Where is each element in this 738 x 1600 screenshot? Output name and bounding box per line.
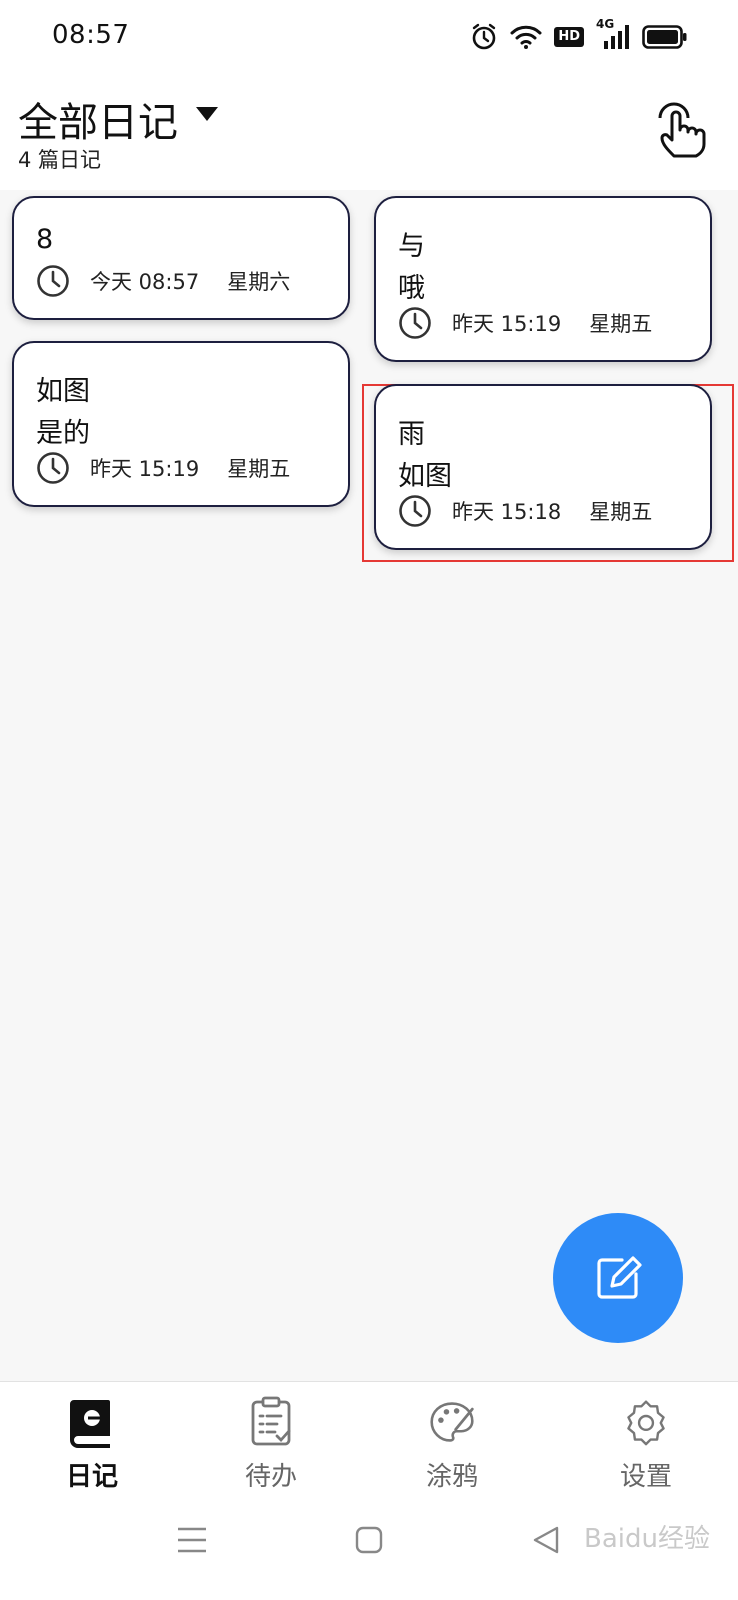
tab-label: 涂鸦 xyxy=(425,1462,478,1492)
tab-label: 日记 xyxy=(65,1462,118,1492)
card-weekday: 星期五 xyxy=(227,457,291,481)
wifi-icon xyxy=(510,24,542,50)
hd-icon: HD xyxy=(554,27,584,47)
watermark-logo: Baidu经验 xyxy=(584,1524,710,1554)
new-diary-button[interactable] xyxy=(553,1213,683,1343)
diary-card[interactable]: 8 今天 08:57 星期六 xyxy=(12,196,350,320)
card-weekday: 星期五 xyxy=(589,312,653,336)
clock-icon xyxy=(37,452,69,484)
clock-icon xyxy=(399,495,431,527)
card-weekday: 星期六 xyxy=(227,270,291,294)
card-body: 是的 xyxy=(36,418,90,449)
gear-icon xyxy=(627,1400,665,1446)
page-title[interactable]: 全部日记 xyxy=(18,90,178,148)
card-body: 哦 xyxy=(398,273,425,304)
tab-settings[interactable]: 设置 xyxy=(586,1396,706,1496)
card-title: 与 xyxy=(398,231,425,262)
card-date: 昨天 15:19 xyxy=(452,312,562,336)
alarm-icon xyxy=(470,23,498,51)
edit-icon xyxy=(597,1256,642,1299)
touch-hand-icon[interactable] xyxy=(656,96,708,160)
diary-count: 4 篇日记 xyxy=(18,148,102,172)
card-date: 昨天 15:18 xyxy=(452,500,562,524)
app-header: 全部日记 4 篇日记 xyxy=(0,72,738,190)
diary-card[interactable]: 雨 如图 昨天 15:18 星期五 xyxy=(374,384,712,550)
tab-label: 待办 xyxy=(244,1462,297,1492)
tab-diary[interactable]: 日记 xyxy=(32,1396,152,1496)
card-date: 今天 08:57 xyxy=(90,270,200,294)
card-date: 昨天 15:19 xyxy=(90,457,200,481)
back-icon[interactable] xyxy=(516,1510,576,1570)
card-meta: 昨天 15:19 星期五 xyxy=(398,306,652,340)
diary-card[interactable]: 如图 是的 昨天 15:19 星期五 xyxy=(12,341,350,507)
status-bar: 08:57 HD 4G xyxy=(0,0,738,72)
tab-todo[interactable]: 待办 xyxy=(211,1396,331,1496)
card-title: 8 xyxy=(36,224,54,255)
clipboard-check-icon xyxy=(251,1396,291,1446)
palette-icon xyxy=(430,1402,474,1442)
clock-icon xyxy=(37,265,69,297)
card-meta: 昨天 15:19 星期五 xyxy=(36,451,290,485)
clock-icon xyxy=(399,307,431,339)
home-icon[interactable] xyxy=(339,1510,399,1570)
status-time: 08:57 xyxy=(52,20,130,50)
card-body: 如图 xyxy=(398,461,452,492)
card-title: 如图 xyxy=(36,376,90,407)
card-meta: 今天 08:57 星期六 xyxy=(36,264,290,298)
tab-doodle[interactable]: 涂鸦 xyxy=(392,1396,512,1496)
caret-down-icon[interactable] xyxy=(196,106,218,125)
signal-4g-icon: 4G xyxy=(596,17,630,51)
network-type-label: 4G xyxy=(596,17,615,31)
diary-card[interactable]: 与 哦 昨天 15:19 星期五 xyxy=(374,196,712,362)
card-meta: 昨天 15:18 星期五 xyxy=(398,494,652,528)
battery-icon xyxy=(642,24,688,50)
diary-book-icon xyxy=(70,1400,110,1448)
card-title: 雨 xyxy=(398,419,425,450)
card-weekday: 星期五 xyxy=(589,500,653,524)
menu-icon[interactable] xyxy=(162,1510,222,1570)
tab-label: 设置 xyxy=(619,1462,672,1492)
status-icons: HD 4G xyxy=(470,17,688,54)
